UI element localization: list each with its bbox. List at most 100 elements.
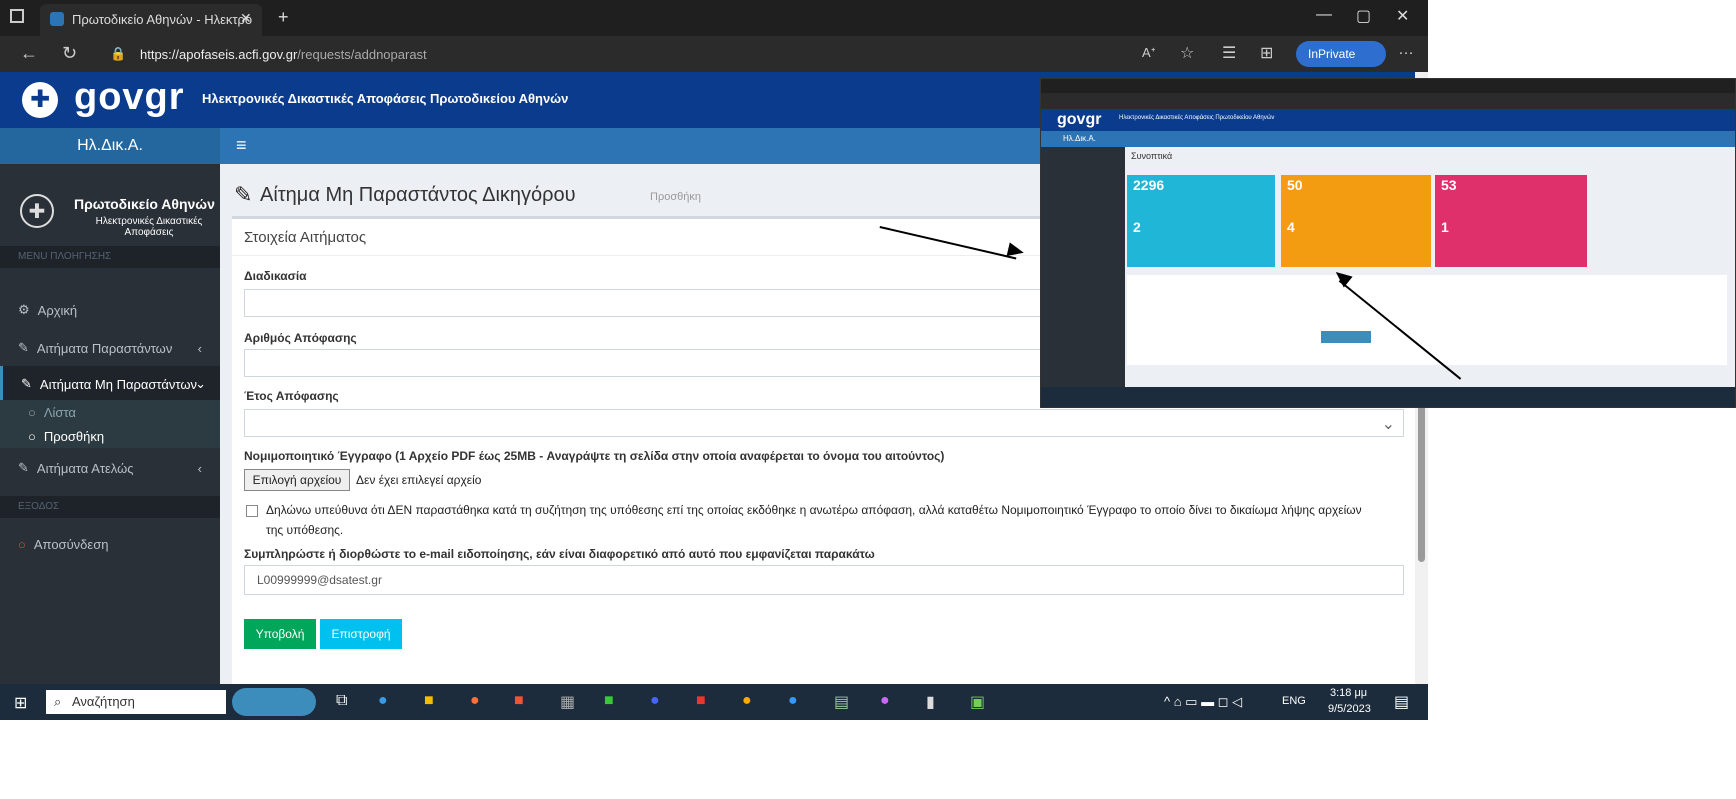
- decision-year-select[interactable]: ⌄: [244, 409, 1404, 437]
- lock-icon: 🔒: [110, 46, 127, 61]
- label-email: Συμπληρώστε ή διορθώστε το e-mail ειδοπο…: [244, 547, 875, 561]
- refresh-icon[interactable]: ↻: [62, 43, 77, 64]
- inset-card-1: 2296 2: [1127, 175, 1275, 267]
- firefox-icon[interactable]: ●: [470, 692, 480, 710]
- tab-title: Πρωτοδικείο Αθηνών - Ηλεκτρο: [72, 12, 253, 27]
- close-window-icon[interactable]: ✕: [1396, 6, 1409, 26]
- address-bar-row: ← ↻ 🔒 https://apofaseis.acfi.gov.gr/requ…: [0, 36, 1428, 72]
- language-indicator[interactable]: ENG: [1282, 695, 1306, 707]
- close-tab-icon[interactable]: ✕: [240, 10, 252, 27]
- declaration-text-1: Δηλώνω υπεύθυνα ότι ΔΕΝ παραστάθηκα κατά…: [266, 503, 1362, 517]
- circle-icon: ○: [18, 536, 26, 552]
- brand-label[interactable]: Ηλ.Δικ.Α.: [0, 128, 220, 164]
- windows-start-icon[interactable]: ⊞: [14, 693, 27, 713]
- circle-icon: ○: [28, 404, 36, 420]
- sidebar-item-logout[interactable]: ○ Αποσύνδεση: [0, 526, 220, 562]
- app-icon-purple[interactable]: ●: [880, 692, 890, 710]
- sidebar-subitem-add[interactable]: ○ Προσθήκη: [0, 424, 220, 448]
- sidebar-subitem-list[interactable]: ○ Λίστα: [0, 400, 220, 424]
- file-status: Δεν έχει επιλεγεί αρχείο: [356, 473, 482, 487]
- label-document: Νομιμοποιητικό Έγγραφο (1 Αρχείο PDF έως…: [244, 449, 945, 463]
- inset-card-2: 50 4: [1281, 175, 1431, 267]
- sidebar: ✚ Πρωτοδικείο Αθηνών Ηλεκτρονικές Δικαστ…: [0, 164, 220, 684]
- email-input[interactable]: [244, 565, 1404, 595]
- site-title: Ηλεκτρονικές Δικαστικές Αποφάσεις Πρωτοδ…: [202, 91, 569, 106]
- browser-tab-bar: Πρωτοδικείο Αθηνών - Ηλεκτρο ✕ + — ▢ ✕: [0, 0, 1428, 36]
- system-tray-icons[interactable]: ^ ⌂ ▭ ▬ ◻ ◁: [1164, 694, 1242, 710]
- file-explorer-icon[interactable]: ■: [424, 692, 434, 710]
- sidebar-item-mi-parastanton[interactable]: ✎ Αιτήματα Μη Παραστάντων ⌄: [0, 366, 220, 402]
- weather-widget-icon[interactable]: [232, 688, 316, 716]
- collections-icon[interactable]: ⊞: [1260, 43, 1273, 63]
- sidebar-item-atelos[interactable]: ✎ Αιτήματα Ατελώς ‹: [0, 450, 220, 486]
- sidebar-item-parastanton[interactable]: ✎ Αιτήματα Παραστάντων ‹: [0, 330, 220, 366]
- edge-icon[interactable]: ●: [378, 692, 388, 710]
- govgr-logo[interactable]: govgr: [74, 76, 185, 119]
- paint-icon[interactable]: ■: [514, 692, 524, 710]
- clock-date[interactable]: 9/5/2023: [1328, 703, 1371, 715]
- court-emblem-icon: ✚: [20, 194, 54, 228]
- url-domain: https://apofaseis.acfi.gov.gr: [140, 47, 298, 62]
- calculator-icon[interactable]: ▦: [560, 692, 575, 712]
- declaration-text-2: της υπόθεσης.: [266, 523, 344, 537]
- edit-icon: ✎: [21, 376, 32, 391]
- new-tab-icon[interactable]: +: [278, 7, 289, 28]
- chevron-down-icon: ⌄: [1381, 416, 1395, 433]
- declaration-checkbox[interactable]: [246, 505, 258, 517]
- inprivate-badge[interactable]: InPrivate: [1296, 41, 1386, 67]
- org-title: Πρωτοδικείο Αθηνών: [74, 196, 215, 212]
- chevron-down-icon: ⌄: [195, 376, 206, 391]
- org-subtitle: Ηλεκτρονικές Δικαστικές Αποφάσεις: [95, 216, 203, 238]
- favicon-icon: [50, 12, 64, 26]
- edit-icon: ✎: [18, 340, 29, 355]
- scrollbar-thumb[interactable]: [1418, 402, 1425, 562]
- label-decision-year: Έτος Απόφασης: [244, 389, 339, 403]
- edit-icon: ✎: [234, 182, 253, 207]
- taskbar-search[interactable]: ⌕ Αναζήτηση: [46, 690, 226, 714]
- choose-file-button[interactable]: Επιλογή αρχείου: [244, 469, 350, 491]
- app-icon-white[interactable]: ▮: [926, 692, 935, 712]
- sidebar-item-home[interactable]: ⚙ Αρχική: [0, 292, 220, 328]
- chevron-left-icon: ‹: [197, 460, 202, 476]
- submit-button[interactable]: Υποβολή: [244, 619, 316, 649]
- edit-icon: ✎: [18, 460, 29, 475]
- favorites-bar-icon[interactable]: ☰: [1222, 43, 1236, 63]
- back-button[interactable]: Επιστροφή: [320, 619, 402, 649]
- maximize-icon[interactable]: ▢: [1356, 6, 1371, 26]
- url-field[interactable]: 🔒 https://apofaseis.acfi.gov.gr/requests…: [110, 41, 1110, 67]
- app-icon-green[interactable]: ▤: [834, 692, 849, 712]
- section-header-menu: MENU ΠΛΟΗΓΗΣΗΣ: [0, 246, 220, 268]
- page-subtitle: Προσθήκη: [650, 191, 701, 203]
- chrome-icon[interactable]: ●: [742, 692, 752, 710]
- tab-actions-icon[interactable]: [10, 9, 24, 23]
- page-title: Αίτημα Μη Παραστάντος Δικηγόρου: [260, 184, 576, 206]
- task-view-icon[interactable]: ⧉: [336, 692, 347, 710]
- label-procedure: Διαδικασία: [244, 269, 307, 283]
- search-icon: ⌕: [54, 694, 62, 709]
- notifications-icon[interactable]: ▤: [1394, 692, 1409, 712]
- label-decision-number: Αριθμός Απόφασης: [244, 331, 357, 345]
- inset-section-title: Συνοπτικά: [1131, 151, 1173, 161]
- hamburger-icon[interactable]: ≡: [236, 135, 247, 156]
- minimize-icon[interactable]: —: [1316, 6, 1332, 24]
- inset-brand: Ηλ.Δικ.Α.: [1063, 134, 1096, 143]
- firefox-dev-icon[interactable]: ●: [788, 692, 798, 710]
- clock-time[interactable]: 3:18 μμ: [1330, 687, 1367, 699]
- app-icon[interactable]: ●: [650, 692, 660, 710]
- greek-emblem-icon: ✚: [22, 82, 58, 118]
- app-icon-red[interactable]: ■: [696, 692, 706, 710]
- read-aloud-icon[interactable]: Aᐩ: [1142, 45, 1156, 61]
- browser-tab[interactable]: Πρωτοδικείο Αθηνών - Ηλεκτρο ✕: [40, 4, 262, 36]
- section-header-exit: ΕΞΟΔΟΣ: [0, 496, 220, 518]
- favorite-icon[interactable]: ☆: [1180, 43, 1194, 63]
- windows-taskbar: ⊞ ⌕ Αναζήτηση ⧉ ● ■ ● ■ ▦ ■ ● ■ ● ● ▤ ● …: [0, 684, 1428, 720]
- notepad-plus-icon[interactable]: ▣: [970, 692, 985, 712]
- more-icon[interactable]: …: [1398, 41, 1414, 59]
- inset-screenshot: govgr Ηλεκτρονικές Δικαστικές Αποφάσεις …: [1040, 78, 1736, 408]
- notepad-icon[interactable]: ■: [604, 692, 614, 710]
- back-icon[interactable]: ←: [20, 43, 38, 64]
- inset-header-title: Ηλεκτρονικές Δικαστικές Αποφάσεις Πρωτοδ…: [1119, 115, 1275, 121]
- circle-icon: ○: [28, 428, 36, 444]
- inset-logo: govgr: [1057, 111, 1102, 128]
- url-path: /requests/addnoparast: [297, 47, 427, 62]
